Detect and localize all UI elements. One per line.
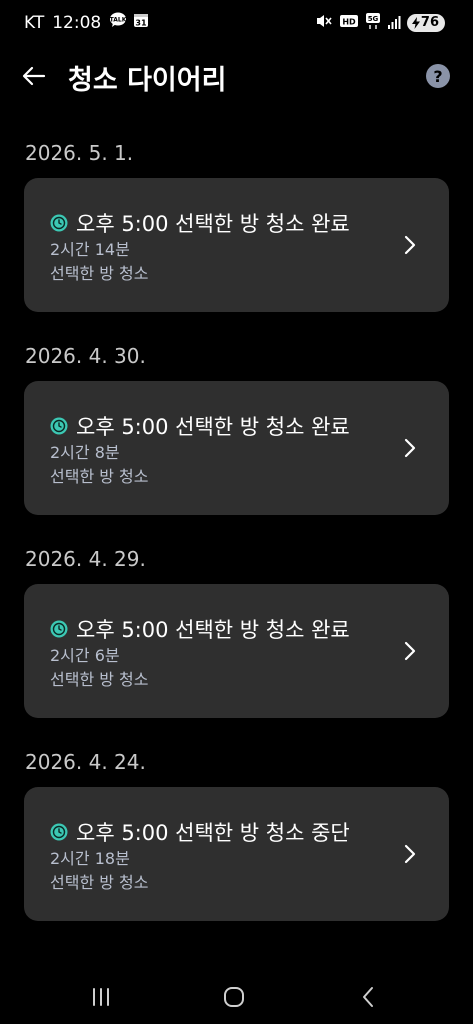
clock-icon [50,214,68,232]
chevron-right-icon [404,844,416,864]
entry-area: 선택한 방 청소 [50,467,149,486]
calendar-day-label: 31 [136,19,148,28]
entry-title-row: 오후 5:00 선택한 방 청소 중단 [50,817,350,847]
5g-icon: 5G [365,12,381,34]
diary-group: 2026. 4. 24. 오후 5:00 선택한 방 청소 중단 2시간 18분… [0,747,473,921]
chevron-right-icon [404,235,416,255]
mute-icon [315,13,333,33]
diary-entry-card[interactable]: 오후 5:00 선택한 방 청소 완료 2시간 14분 선택한 방 청소 [24,178,449,312]
signal-icon [387,14,401,33]
entry-title: 오후 5:00 선택한 방 청소 완료 [76,212,350,236]
chevron-right-icon [404,438,416,458]
group-date: 2026. 4. 24. [25,750,146,774]
battery-level: 76 [420,15,439,30]
status-bar-right: HD 5G 76 [309,12,445,34]
entry-duration: 2시간 18분 [50,849,130,868]
calendar-icon: 31 [133,12,149,33]
diary-group: 2026. 4. 30. 오후 5:00 선택한 방 청소 완료 2시간 8분 … [0,341,473,515]
back-button[interactable] [18,60,50,92]
status-bar: KT 12:08 TALK 31 HD 5G 76 [0,0,473,48]
svg-text:TALK: TALK [110,17,127,24]
entry-title: 오후 5:00 선택한 방 청소 중단 [76,821,350,845]
hd-label: HD [342,18,356,27]
app-header: 청소 다이어리 ? [0,48,473,104]
group-date: 2026. 4. 30. [25,344,146,368]
clock-icon [50,823,68,841]
diary-group: 2026. 4. 29. 오후 5:00 선택한 방 청소 완료 2시간 6분 … [0,544,473,718]
diary-group: 2026. 5. 1. 오후 5:00 선택한 방 청소 완료 2시간 14분 … [0,138,473,312]
entry-area: 선택한 방 청소 [50,264,149,283]
arrow-left-icon [22,66,46,86]
carrier-label: KT [24,12,45,33]
diary-entry-card[interactable]: 오후 5:00 선택한 방 청소 완료 2시간 8분 선택한 방 청소 [24,381,449,515]
recents-icon [93,988,109,1006]
group-date: 2026. 5. 1. [25,141,134,165]
page-title: 청소 다이어리 [68,65,227,96]
talk-icon: TALK [109,12,127,33]
entry-duration: 2시간 6분 [50,646,120,665]
status-bar-left: KT 12:08 TALK 31 [24,12,155,33]
entry-title-row: 오후 5:00 선택한 방 청소 완료 [50,208,350,238]
recents-button[interactable] [85,984,117,1010]
entry-area: 선택한 방 청소 [50,873,149,892]
back-icon [363,987,373,1007]
diary-entry-card[interactable]: 오후 5:00 선택한 방 청소 중단 2시간 18분 선택한 방 청소 [24,787,449,921]
status-time: 12:08 [52,12,102,33]
chevron-right-icon [404,641,416,661]
network-label: 5G [368,15,379,23]
entry-title: 오후 5:00 선택한 방 청소 완료 [76,415,350,439]
diary-entry-card[interactable]: 오후 5:00 선택한 방 청소 완료 2시간 6분 선택한 방 청소 [24,584,449,718]
home-button[interactable] [218,984,250,1010]
clock-icon [50,620,68,638]
home-icon [224,987,244,1007]
battery-indicator: 76 [406,14,445,32]
entry-title: 오후 5:00 선택한 방 청소 완료 [76,618,350,642]
entry-duration: 2시간 8분 [50,443,120,462]
entry-area: 선택한 방 청소 [50,670,149,689]
system-back-button[interactable] [352,984,384,1010]
entry-duration: 2시간 14분 [50,240,130,259]
help-button[interactable]: ? [426,64,450,88]
diary-list: 2026. 5. 1. 오후 5:00 선택한 방 청소 완료 2시간 14분 … [0,138,473,950]
question-icon: ? [433,66,443,86]
charging-icon [411,17,420,29]
clock-icon [50,417,68,435]
system-nav-bar [0,970,473,1024]
group-date: 2026. 4. 29. [25,547,146,571]
hd-icon: HD [339,13,359,33]
entry-title-row: 오후 5:00 선택한 방 청소 완료 [50,411,350,441]
entry-title-row: 오후 5:00 선택한 방 청소 완료 [50,614,350,644]
